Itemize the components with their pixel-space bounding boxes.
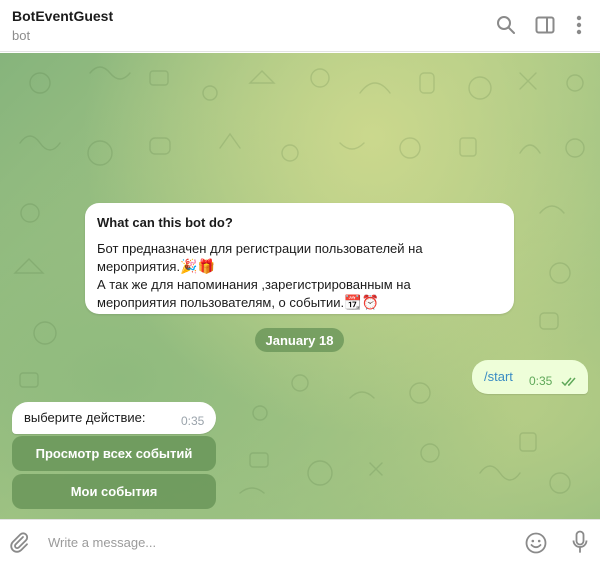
double-check-icon xyxy=(561,374,579,392)
message-composer xyxy=(0,519,600,562)
microphone-icon[interactable] xyxy=(568,529,592,555)
bot-description-card: What can this bot do? Бот предназначен д… xyxy=(85,203,514,314)
command-link[interactable]: /start xyxy=(484,369,513,384)
sidebar-panel-icon[interactable] xyxy=(533,13,557,37)
bot-description-line: мероприятия.🎉🎁 xyxy=(97,258,215,274)
more-vertical-icon[interactable] xyxy=(567,13,591,37)
message-input[interactable] xyxy=(48,532,488,552)
bot-description-text: Бот предназначен для регистрации пользов… xyxy=(97,240,502,312)
keyboard-button-all-events[interactable]: Просмотр всех событий xyxy=(12,436,216,471)
chat-title[interactable]: BotEventGuest xyxy=(12,8,113,24)
search-icon[interactable] xyxy=(494,13,518,37)
date-separator: January 18 xyxy=(255,328,344,352)
gift-icon: 🎁 xyxy=(197,258,215,274)
bot-description-title: What can this bot do? xyxy=(97,215,233,230)
message-time: 0:35 xyxy=(529,374,553,388)
keyboard-button-my-events[interactable]: Мои события xyxy=(12,474,216,509)
paperclip-icon[interactable] xyxy=(6,529,32,555)
message-text: выберите действие: xyxy=(24,410,146,425)
chat-header: BotEventGuest bot xyxy=(0,0,600,52)
chat-subtitle: bot xyxy=(12,28,31,43)
chat-area[interactable]: What can this bot do? Бот предназначен д… xyxy=(0,53,600,519)
outgoing-message[interactable]: /start 0:35 xyxy=(472,360,588,394)
emoji-icon[interactable] xyxy=(523,530,549,556)
bot-description-line: мероприятия пользователям, о событии.📆⏰ xyxy=(97,294,380,310)
bot-description-line: А так же для напоминания ,зарегистрирова… xyxy=(97,277,411,292)
party-popper-icon: 🎉 xyxy=(180,258,198,274)
alarm-clock-icon: ⏰ xyxy=(361,294,380,310)
calendar-icon: 📆 xyxy=(344,294,362,310)
bot-description-line: Бот предназначен для регистрации пользов… xyxy=(97,241,423,256)
message-time: 0:35 xyxy=(181,414,205,428)
incoming-message[interactable]: выберите действие: 0:35 xyxy=(12,402,216,434)
